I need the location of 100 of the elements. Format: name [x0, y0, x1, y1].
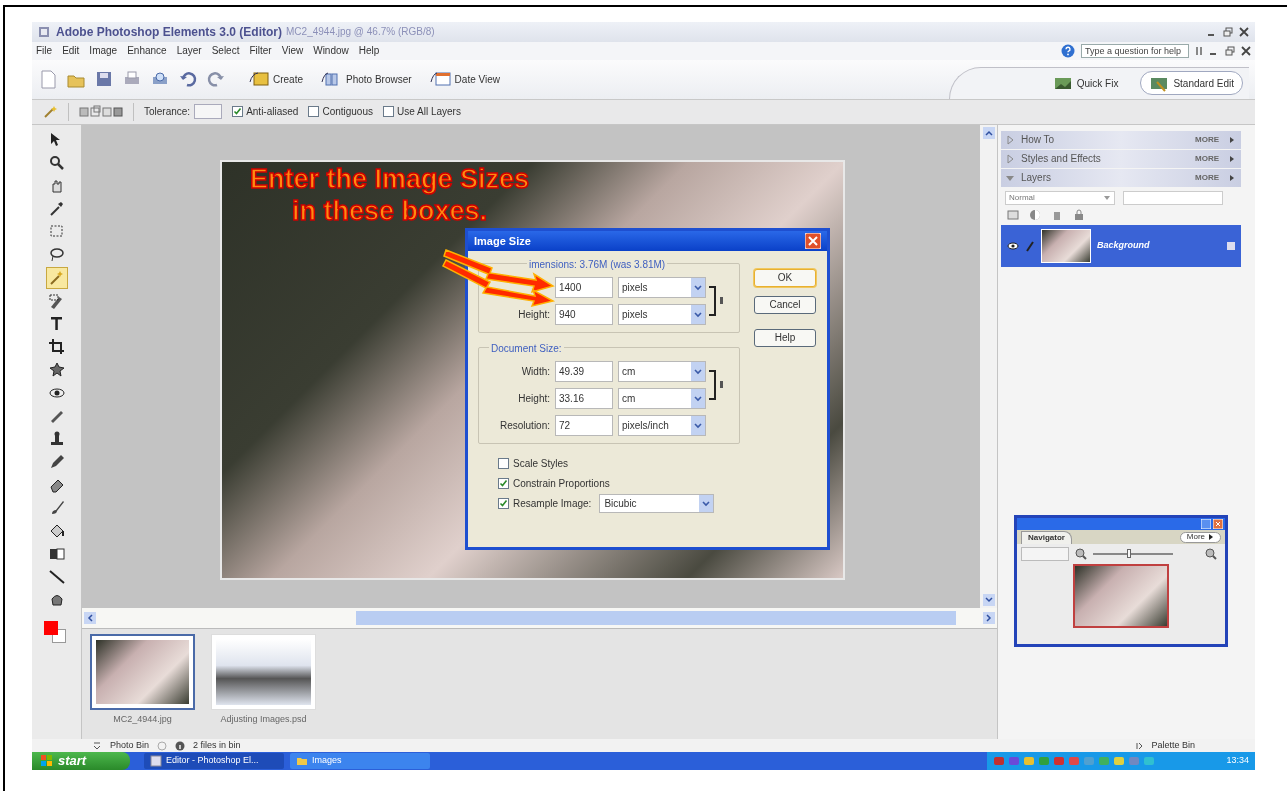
file-count: 2 files in bin — [193, 738, 241, 752]
field-label: Height: — [517, 307, 551, 322]
menu-item[interactable]: Filter — [249, 43, 272, 59]
palette-header[interactable]: Layers MORE — [1001, 168, 1241, 187]
zoom-out-icon[interactable] — [1075, 547, 1087, 560]
restore-icon[interactable] — [1223, 27, 1233, 37]
collapsed-icon — [1005, 153, 1015, 164]
help-icon[interactable] — [1061, 43, 1075, 58]
menu-item[interactable]: File — [36, 43, 53, 59]
close-icon[interactable] — [1241, 45, 1251, 56]
vertical-scrollbar[interactable] — [980, 124, 997, 608]
palette-header[interactable]: Styles and Effects MORE — [1001, 149, 1241, 168]
value-field[interactable]: 1400 — [555, 276, 613, 298]
more-arrow-icon — [1208, 534, 1214, 541]
clock: 13:34 — [1226, 754, 1249, 768]
palette-header[interactable]: How To MORE — [1001, 130, 1241, 149]
more-button[interactable]: More — [1179, 531, 1221, 543]
menu-item[interactable]: Help — [358, 43, 380, 59]
checkbox-label: Resample Image: — [513, 496, 592, 511]
photo-bin-label[interactable]: Photo Bin — [110, 738, 150, 753]
field-label: Width: — [520, 364, 551, 379]
menu-item[interactable]: Select — [211, 43, 240, 59]
menu-item[interactable]: Edit — [62, 43, 80, 59]
dialog-title: Image Size — [474, 233, 531, 249]
value-field[interactable]: 72 — [555, 414, 613, 436]
checkbox[interactable] — [498, 497, 509, 509]
taskbar-button[interactable]: Editor - Photoshop El... — [144, 753, 284, 769]
layer-thumbnail — [1041, 228, 1091, 263]
scroll-up-icon[interactable] — [982, 126, 995, 139]
document-name: MC2_4944.jpg @ 46.7% (RGB/8) — [286, 25, 435, 40]
value-field[interactable]: 33.16 — [555, 387, 613, 409]
checkbox[interactable] — [498, 477, 509, 489]
opacity-field[interactable] — [1123, 190, 1223, 205]
eye-icon[interactable] — [1007, 240, 1019, 251]
checkbox[interactable] — [232, 106, 244, 118]
undo-icon[interactable] — [178, 69, 198, 90]
dropdown-arrow-icon — [1103, 193, 1111, 202]
unit-dropdown[interactable]: cm — [618, 360, 706, 382]
collapse-icon[interactable] — [92, 740, 102, 751]
unit-dropdown[interactable]: cm — [618, 387, 706, 409]
field-label: Height: — [517, 391, 551, 406]
field-label: Resolution: — [498, 418, 551, 433]
scroll-left-icon[interactable] — [84, 611, 96, 624]
adjustment-layer-icon[interactable] — [1029, 208, 1041, 221]
checkbox-label: Constrain Proportions — [513, 476, 610, 491]
value-field[interactable]: 940 — [555, 303, 613, 325]
menu-item[interactable]: View — [281, 43, 304, 59]
info-icon[interactable] — [175, 740, 186, 751]
mode-tab[interactable]: Standard Edit — [1140, 71, 1243, 96]
thumbnail-caption: MC2_4944.jpg — [113, 712, 172, 726]
unit-dropdown[interactable]: pixels — [618, 303, 706, 325]
help-search-field[interactable]: Type a question for help — [1081, 43, 1189, 58]
checkbox-label: Scale Styles — [513, 456, 569, 471]
app-icon — [150, 755, 162, 767]
tolerance-field[interactable] — [194, 104, 223, 120]
checkbox-label: Anti-aliased — [246, 105, 299, 120]
thumbnail-caption: Adjusting Images.psd — [220, 712, 307, 726]
dialog-button[interactable]: Help — [754, 328, 816, 347]
folder-icon — [296, 755, 308, 767]
close-icon[interactable] — [1239, 27, 1249, 37]
layer-row[interactable]: Background — [1001, 224, 1241, 267]
dialog-button[interactable]: Cancel — [754, 295, 816, 314]
zoom-slider-thumb[interactable] — [1127, 548, 1132, 558]
menu-item[interactable]: Layer — [176, 43, 202, 59]
checkbox[interactable] — [383, 106, 394, 118]
scroll-thumb[interactable] — [356, 610, 956, 625]
selection-mode-icons[interactable] — [79, 104, 123, 119]
zoom-in-icon[interactable] — [1205, 547, 1217, 560]
scroll-down-icon[interactable] — [982, 593, 995, 606]
windows-logo-icon — [40, 754, 54, 768]
scroll-right-icon[interactable] — [983, 611, 995, 624]
new-layer-icon[interactable] — [1007, 208, 1019, 221]
value-field[interactable]: 49.39 — [555, 360, 613, 382]
zoom-field[interactable] — [1021, 546, 1069, 561]
toolbar-button[interactable]: Date View — [429, 70, 500, 89]
restore-icon[interactable] — [1225, 45, 1235, 56]
checkbox[interactable] — [308, 106, 320, 118]
lock-icon[interactable] — [1073, 208, 1085, 221]
toolbar-button[interactable]: Photo Browser — [321, 70, 412, 89]
horizontal-scrollbar[interactable] — [82, 607, 997, 628]
navigator-tab[interactable]: Navigator — [1021, 530, 1072, 544]
grip-icon — [1195, 45, 1203, 56]
menu-item[interactable]: Enhance — [127, 43, 167, 59]
mode-tab[interactable]: Quick Fix — [1044, 71, 1127, 96]
menu-item[interactable]: Window — [313, 43, 349, 59]
unit-dropdown[interactable]: pixels — [618, 276, 706, 298]
taskbar-button[interactable]: Images — [290, 753, 430, 769]
checkbox[interactable] — [498, 457, 509, 469]
annotation-text: in these boxes. — [292, 194, 488, 227]
unit-dropdown[interactable]: pixels/inch — [618, 414, 706, 436]
resample-dropdown[interactable]: Bicubic — [599, 493, 715, 513]
menu-item[interactable]: Image — [89, 43, 118, 59]
redo-icon[interactable] — [206, 69, 226, 90]
foreground-color-swatch[interactable] — [43, 620, 58, 635]
dialog-button[interactable]: OK — [754, 268, 816, 287]
photo-thumbnail[interactable] — [90, 633, 195, 710]
tolerance-label: Tolerance: — [144, 105, 191, 120]
palette-bin-label[interactable]: Palette Bin — [1151, 738, 1195, 753]
toolbar-button[interactable]: Create — [248, 70, 303, 89]
blend-mode-dropdown[interactable]: Normal — [1005, 190, 1115, 205]
